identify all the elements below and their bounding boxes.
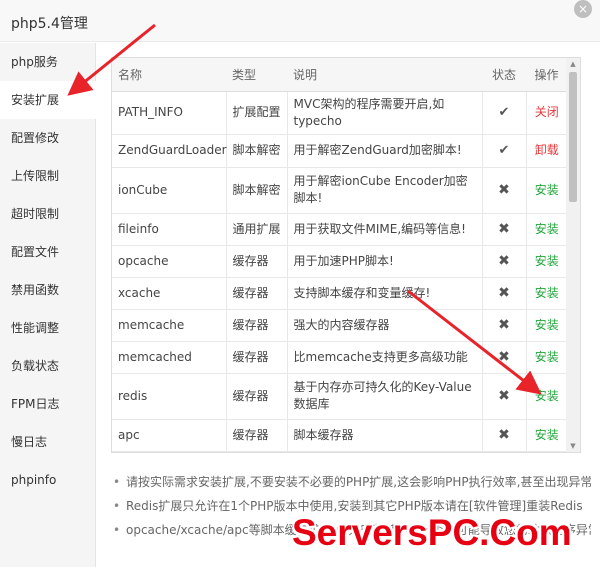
sidebar-item-fpm-log[interactable]: FPM日志	[0, 385, 95, 423]
ext-type: 扩展配置	[226, 91, 288, 135]
scrollbar-thumb[interactable]	[569, 72, 577, 202]
sidebar-item-slow-log[interactable]: 慢日志	[0, 423, 95, 461]
table-scrollbar[interactable]: ▲ ▼	[566, 58, 580, 452]
ext-type: 缓存器	[226, 419, 288, 452]
column-header-name: 名称	[112, 58, 226, 92]
table-row: ZendGuardLoader 脚本解密 用于解密ZendGuard加密脚本! …	[112, 134, 567, 168]
ext-type: 脚本解密	[226, 167, 288, 214]
ext-name: redis	[112, 373, 227, 420]
install-button[interactable]: 安装	[526, 213, 567, 246]
extensions-table-container: 名称 类型 说明 状态 操作 PATH_INFO 扩展配置 MVC架构的程序需要…	[111, 57, 581, 453]
sidebar: php服务 安装扩展 配置修改 上传限制 超时限制 配置文件 禁用函数 性能调整…	[0, 43, 96, 567]
ext-desc: 用于加速PHP脚本!	[287, 245, 483, 278]
install-button[interactable]: 安装	[526, 373, 567, 420]
cross-icon: ✖	[482, 245, 527, 278]
disable-button[interactable]: 关闭	[526, 91, 567, 135]
install-button[interactable]: 安装	[526, 277, 567, 310]
column-header-op: 操作	[526, 58, 567, 92]
watermark-logo: ServersPC.Com	[292, 512, 572, 553]
ext-name: ionCube	[112, 167, 227, 214]
ext-desc: MVC架构的程序需要开启,如typecho	[287, 91, 483, 135]
window-titlebar: php5.4管理 ×	[0, 0, 600, 42]
ext-name: ZendGuardLoader	[112, 134, 227, 168]
table-row: fileinfo 通用扩展 用于获取文件MIME,编码等信息! ✖ 安装	[112, 213, 567, 246]
install-button[interactable]: 安装	[526, 245, 567, 278]
ext-desc: 用于解密ZendGuard加密脚本!	[287, 134, 483, 168]
ext-type: 缓存器	[226, 373, 288, 420]
ext-type: 缓存器	[226, 341, 288, 374]
install-button[interactable]: 安装	[526, 419, 567, 452]
ext-name: memcache	[112, 309, 227, 342]
sidebar-item-php-service[interactable]: php服务	[0, 43, 95, 81]
cross-icon: ✖	[482, 167, 527, 214]
sidebar-item-disabled-functions[interactable]: 禁用函数	[0, 271, 95, 309]
sidebar-item-install-extensions[interactable]: 安装扩展	[0, 81, 96, 119]
ext-type: 缓存器	[226, 245, 288, 278]
ext-desc: 用于解密ionCube Encoder加密脚本!	[287, 167, 483, 214]
table-row: redis 缓存器 基于内存亦可持久化的Key-Value数据库 ✖ 安装	[112, 373, 567, 420]
table-row: apc 缓存器 脚本缓存器 ✖ 安装	[112, 419, 567, 452]
table-row: ionCube 脚本解密 用于解密ionCube Encoder加密脚本! ✖ …	[112, 167, 567, 214]
table-row: opcache 缓存器 用于加速PHP脚本! ✖ 安装	[112, 245, 567, 278]
sidebar-item-phpinfo[interactable]: phpinfo	[0, 461, 95, 499]
table-row: PATH_INFO 扩展配置 MVC架构的程序需要开启,如typecho ✔ 关…	[112, 91, 567, 135]
sidebar-item-config-edit[interactable]: 配置修改	[0, 119, 95, 157]
ext-desc: 基于内存亦可持久化的Key-Value数据库	[287, 373, 483, 420]
table-row: memcache 缓存器 强大的内容缓存器 ✖ 安装	[112, 309, 567, 342]
ext-desc: 支持脚本缓存和变量缓存!	[287, 277, 483, 310]
cross-icon: ✖	[482, 341, 527, 374]
table-row: memcached 缓存器 比memcache支持更多高级功能 ✖ 安装	[112, 341, 567, 374]
ext-name: apc	[112, 419, 227, 452]
ext-type: 缓存器	[226, 309, 288, 342]
cross-icon: ✖	[482, 373, 527, 420]
cross-icon: ✖	[482, 213, 527, 246]
sidebar-item-config-file[interactable]: 配置文件	[0, 233, 95, 271]
install-button[interactable]: 安装	[526, 167, 567, 214]
column-header-desc: 说明	[287, 58, 482, 92]
sidebar-item-timeout-limit[interactable]: 超时限制	[0, 195, 95, 233]
cross-icon: ✖	[482, 419, 527, 452]
ext-type: 脚本解密	[226, 134, 288, 168]
close-icon[interactable]: ×	[574, 0, 592, 18]
sidebar-item-performance[interactable]: 性能调整	[0, 309, 95, 347]
sidebar-item-upload-limit[interactable]: 上传限制	[0, 157, 95, 195]
ext-type: 通用扩展	[226, 213, 288, 246]
scroll-up-icon[interactable]: ▲	[566, 58, 580, 70]
tip-item: 请按实际需求安装扩展,不要安装不必要的PHP扩展,这会影响PHP执行效率,甚至出…	[111, 470, 591, 494]
column-header-type: 类型	[226, 58, 287, 92]
uninstall-button[interactable]: 卸载	[526, 134, 567, 168]
ext-type: 缓存器	[226, 277, 288, 310]
check-icon: ✔	[482, 134, 527, 168]
ext-name: memcached	[112, 341, 227, 374]
ext-desc: 用于获取文件MIME,编码等信息!	[287, 213, 483, 246]
check-icon: ✔	[482, 91, 527, 135]
ext-name: opcache	[112, 245, 227, 278]
ext-desc: 强大的内容缓存器	[287, 309, 483, 342]
ext-desc: 脚本缓存器	[287, 419, 483, 452]
extensions-table: 名称 类型 说明 状态 操作 PATH_INFO 扩展配置 MVC架构的程序需要…	[112, 58, 567, 452]
table-row: xcache 缓存器 支持脚本缓存和变量缓存! ✖ 安装	[112, 277, 567, 310]
ext-name: PATH_INFO	[112, 91, 227, 135]
cross-icon: ✖	[482, 309, 527, 342]
cross-icon: ✖	[482, 277, 527, 310]
ext-name: xcache	[112, 277, 227, 310]
ext-desc: 比memcache支持更多高级功能	[287, 341, 483, 374]
ext-name: fileinfo	[112, 213, 227, 246]
install-button[interactable]: 安装	[526, 309, 567, 342]
column-header-status: 状态	[482, 58, 526, 92]
sidebar-item-load-status[interactable]: 负载状态	[0, 347, 95, 385]
window-title: php5.4管理	[11, 16, 88, 32]
table-header-row: 名称 类型 说明 状态 操作	[112, 58, 567, 92]
install-button[interactable]: 安装	[526, 341, 567, 374]
scroll-down-icon[interactable]: ▼	[566, 440, 580, 452]
